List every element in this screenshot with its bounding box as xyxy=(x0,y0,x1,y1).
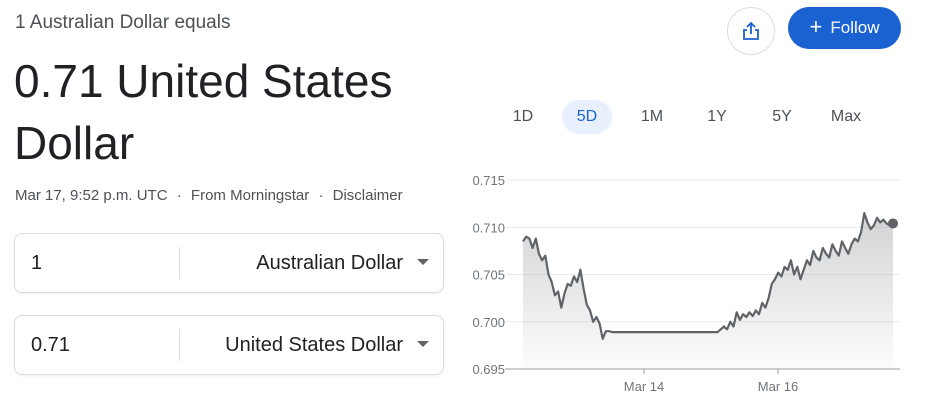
x-tick-label: Mar 14 xyxy=(624,379,664,394)
y-tick-label: 0.700 xyxy=(472,315,505,330)
x-tick-label: Mar 16 xyxy=(758,379,798,394)
y-tick-label: 0.695 xyxy=(472,362,505,377)
y-tick-label: 0.705 xyxy=(472,268,505,283)
chart-area xyxy=(523,213,893,369)
chart-end-point[interactable] xyxy=(888,218,898,229)
y-tick-label: 0.715 xyxy=(472,173,505,188)
y-tick-label: 0.710 xyxy=(472,220,505,235)
exchange-rate-chart: 0.715 0.710 0.705 0.700 0.695 Mar 14 Mar 16 xyxy=(472,173,900,394)
